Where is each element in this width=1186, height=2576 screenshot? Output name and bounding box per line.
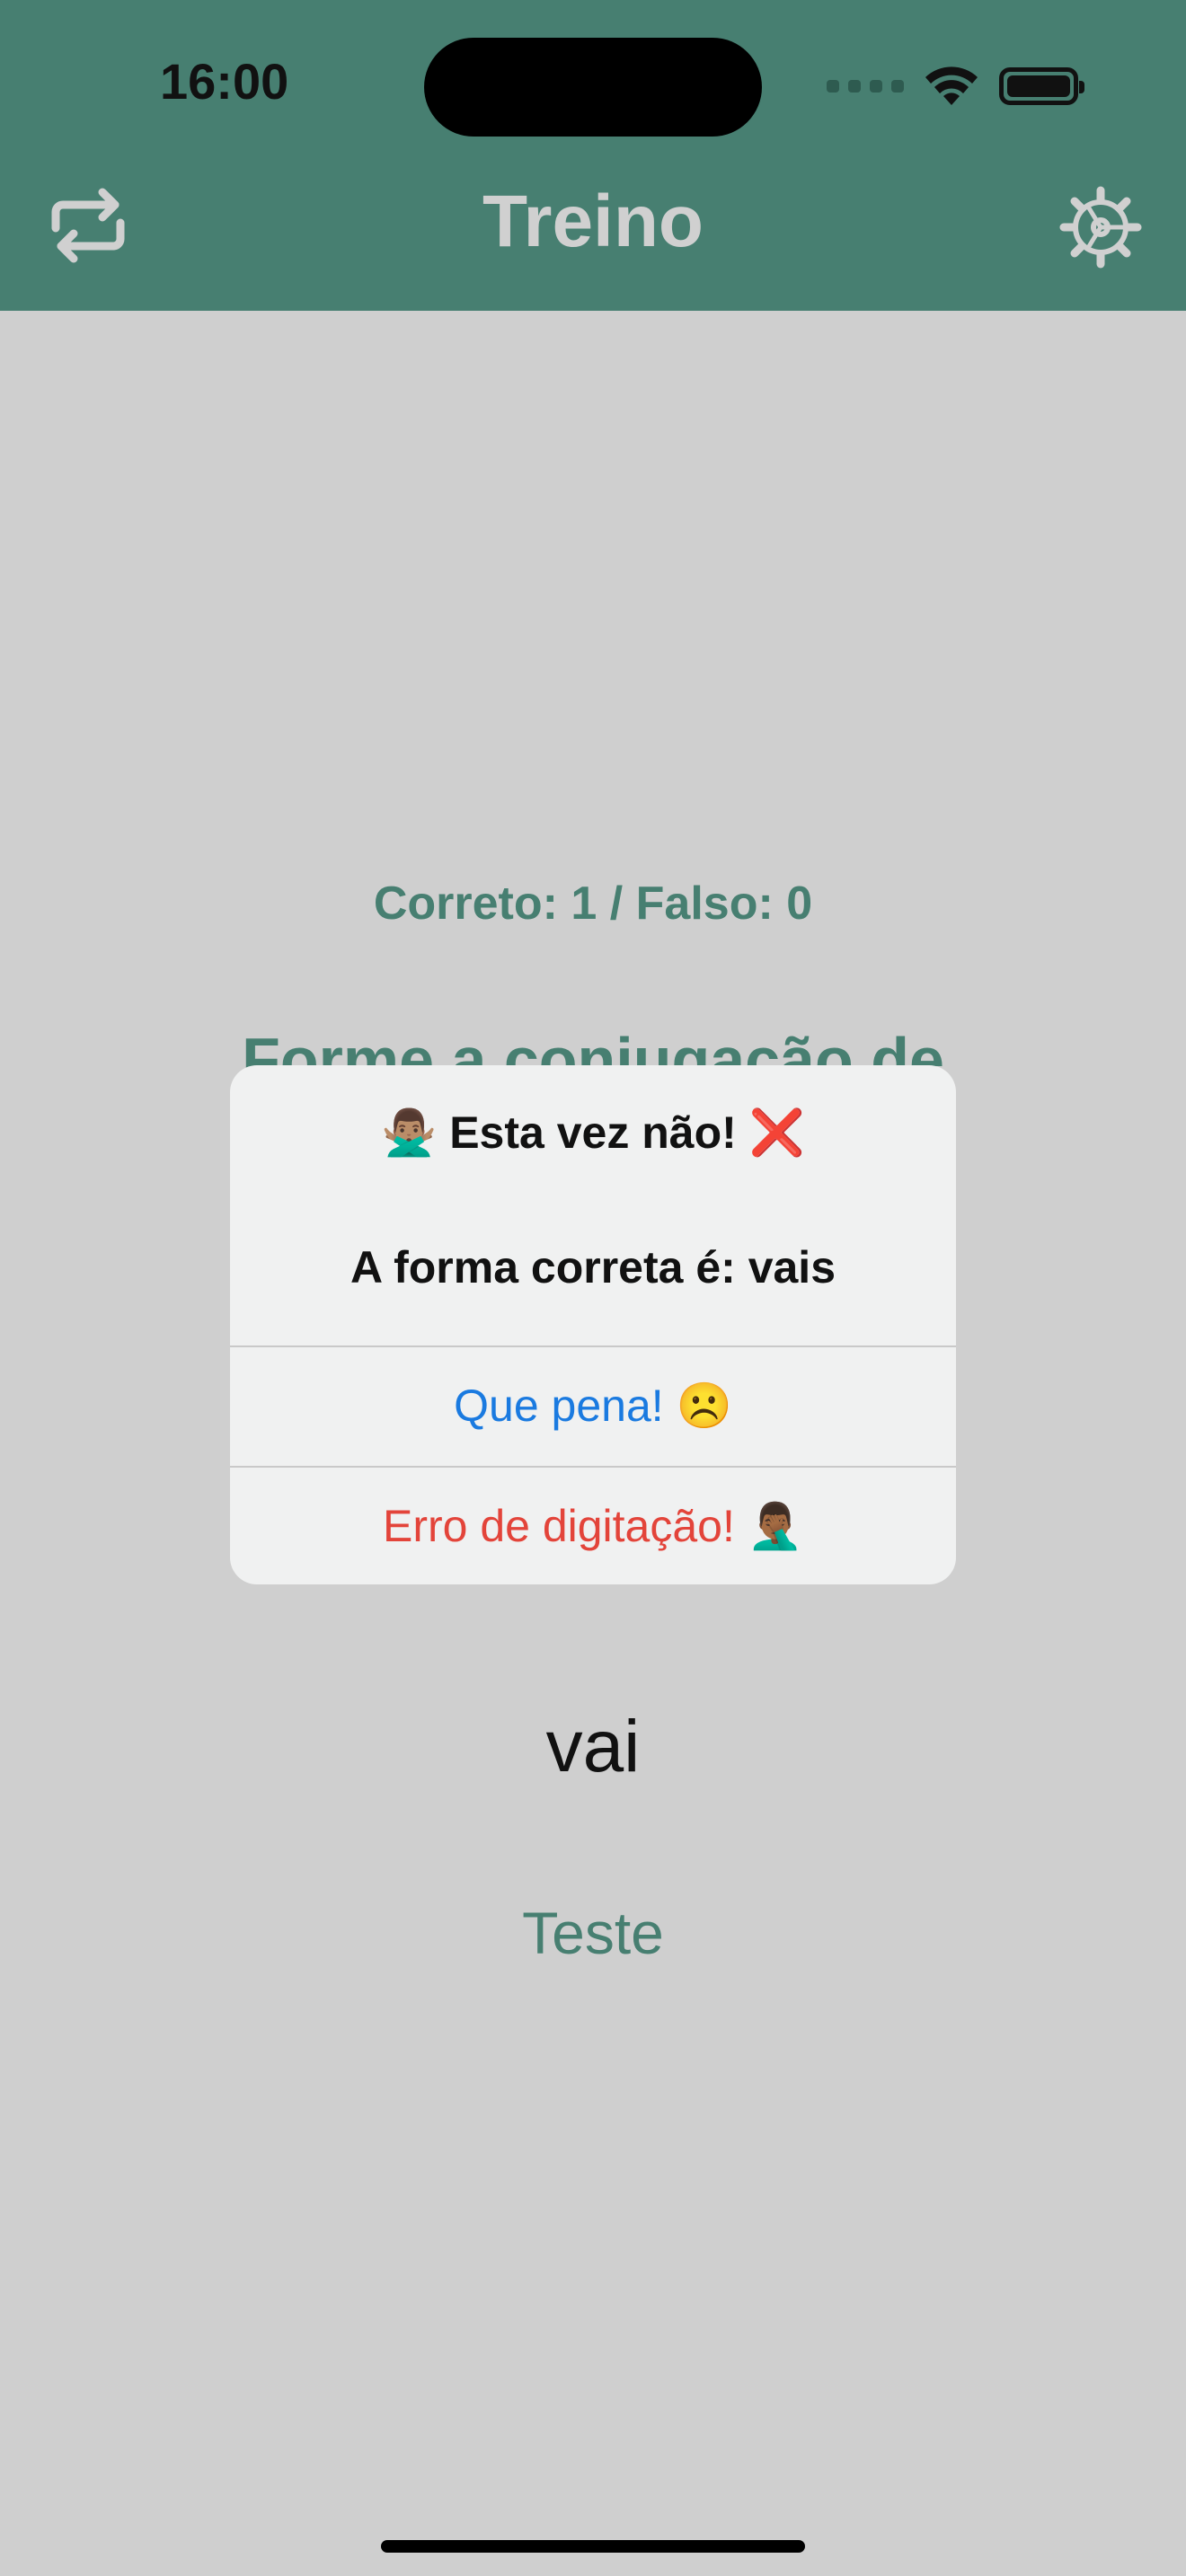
result-alert: 🙅🏽‍♂️ Esta vez não! ❌ A forma correta é:…: [230, 1065, 956, 1584]
top-app-bar: 16:00 Treino: [0, 0, 1186, 311]
score-counter: Correto: 1 / Falso: 0: [373, 878, 813, 930]
wifi-icon: [924, 66, 979, 107]
battery-icon: [999, 67, 1084, 105]
test-button[interactable]: Teste: [431, 1899, 755, 1967]
settings-gear-icon: [1059, 186, 1142, 269]
alert-title: 🙅🏽‍♂️ Esta vez não! ❌: [381, 1107, 805, 1158]
dynamic-island: [424, 38, 762, 137]
cellular-dots-icon: [827, 80, 904, 93]
page-title: Treino: [482, 181, 704, 262]
settings-button[interactable]: [1058, 185, 1143, 269]
alert-typo-button[interactable]: Erro de digitação! 🤦🏾‍♂️: [230, 1468, 956, 1584]
status-indicators: [827, 59, 1084, 113]
alert-message: A forma correta é: vais: [350, 1242, 836, 1292]
alert-primary-button[interactable]: Que pena! ☹️: [230, 1347, 956, 1464]
answer-text: vai: [545, 1706, 641, 1787]
home-indicator: [381, 2540, 805, 2553]
status-time: 16:00: [160, 53, 289, 110]
